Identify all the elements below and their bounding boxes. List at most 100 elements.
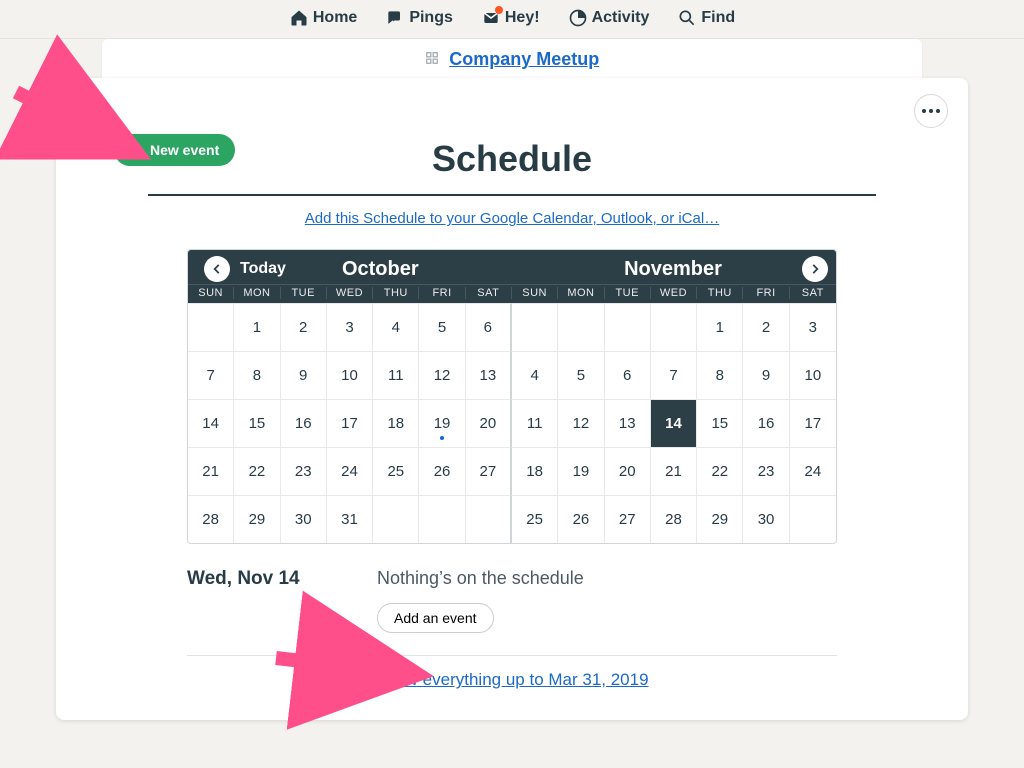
calendar-day[interactable]: 17 [327, 399, 373, 447]
calendar-day[interactable]: 6 [466, 303, 512, 351]
weekday-row: SUNMONTUEWEDTHUFRISATSUNMONTUEWEDTHUFRIS… [188, 284, 836, 303]
weekday-label: SAT [466, 287, 512, 299]
agenda-empty-text: Nothing’s on the schedule [377, 568, 837, 589]
calendar-day[interactable]: 23 [743, 447, 789, 495]
weekday-label: MON [234, 287, 280, 299]
calendar-day[interactable]: 3 [327, 303, 373, 351]
calendar-day: . [512, 303, 558, 351]
calendar-day[interactable]: 31 [327, 495, 373, 543]
calendar-day[interactable]: 16 [281, 399, 327, 447]
calendar-day[interactable]: 15 [697, 399, 743, 447]
calendar-day[interactable]: 4 [512, 351, 558, 399]
new-event-button[interactable]: New event [114, 134, 235, 166]
calendar-day[interactable]: 8 [234, 351, 280, 399]
calendar-day[interactable]: 5 [419, 303, 465, 351]
calendar-day[interactable]: 12 [558, 399, 604, 447]
calendar-day[interactable]: 26 [558, 495, 604, 543]
month-right: November [544, 258, 802, 281]
home-icon [289, 8, 309, 28]
calendar-day[interactable]: 30 [743, 495, 789, 543]
calendar-day[interactable]: 14 [651, 399, 697, 447]
calendar-day[interactable]: 20 [466, 399, 512, 447]
show-everything-link[interactable]: Show everything up to Mar 31, 2019 [187, 670, 837, 690]
nav-pings[interactable]: Pings [385, 8, 453, 28]
calendar-day[interactable]: 29 [234, 495, 280, 543]
calendar-day[interactable]: 10 [790, 351, 836, 399]
calendar-day[interactable]: 24 [790, 447, 836, 495]
calendar-day[interactable]: 11 [512, 399, 558, 447]
calendar-day: . [651, 303, 697, 351]
calendar-day[interactable]: 21 [188, 447, 234, 495]
weekday-label: SAT [790, 287, 836, 299]
calendar-day[interactable]: 2 [281, 303, 327, 351]
calendar-day[interactable]: 13 [466, 351, 512, 399]
calendar-day[interactable]: 26 [419, 447, 465, 495]
calendar-day[interactable]: 29 [697, 495, 743, 543]
calendar-day[interactable]: 9 [281, 351, 327, 399]
calendar-day[interactable]: 6 [605, 351, 651, 399]
title-divider [148, 194, 876, 196]
nav-label: Hey! [505, 9, 540, 27]
calendar-day[interactable]: 18 [512, 447, 558, 495]
weekday-label: WED [327, 287, 373, 299]
calendar-day[interactable]: 28 [188, 495, 234, 543]
calendar-day[interactable]: 4 [373, 303, 419, 351]
calendar-day[interactable]: 24 [327, 447, 373, 495]
calendar-day[interactable]: 30 [281, 495, 327, 543]
calendar-day[interactable]: 5 [558, 351, 604, 399]
nav-hey[interactable]: Hey! [481, 8, 540, 28]
calendar-day[interactable]: 12 [419, 351, 465, 399]
calendar-day[interactable]: 9 [743, 351, 789, 399]
calendar-day[interactable]: 28 [651, 495, 697, 543]
nav-activity[interactable]: Activity [568, 8, 650, 28]
calendar-day[interactable]: 20 [605, 447, 651, 495]
nav-label: Home [313, 9, 357, 27]
next-month-button[interactable] [802, 256, 828, 282]
calendar-day[interactable]: 14 [188, 399, 234, 447]
weekday-label: THU [373, 287, 419, 299]
calendar-day[interactable]: 18 [373, 399, 419, 447]
add-event-button[interactable]: Add an event [377, 603, 494, 633]
more-options-button[interactable] [914, 94, 948, 128]
nav-find[interactable]: Find [677, 8, 735, 28]
sync-calendar-link[interactable]: Add this Schedule to your Google Calenda… [102, 210, 922, 227]
nav-home[interactable]: Home [289, 8, 357, 28]
nav-label: Activity [592, 9, 650, 27]
calendar-day[interactable]: 10 [327, 351, 373, 399]
top-nav: Home Pings Hey! Activity Find [0, 0, 1024, 39]
calendar-day[interactable]: 25 [373, 447, 419, 495]
agenda-separator [187, 655, 837, 656]
calendar-day[interactable]: 21 [651, 447, 697, 495]
calendar-day[interactable]: 19 [558, 447, 604, 495]
calendar-day[interactable]: 7 [651, 351, 697, 399]
calendar-day[interactable]: 23 [281, 447, 327, 495]
calendar-day[interactable]: 1 [697, 303, 743, 351]
calendar-day[interactable]: 27 [605, 495, 651, 543]
calendar-day[interactable]: 3 [790, 303, 836, 351]
breadcrumb-link[interactable]: Company Meetup [449, 49, 599, 69]
calendar-day: . [790, 495, 836, 543]
calendar-day[interactable]: 2 [743, 303, 789, 351]
calendar-day[interactable]: 16 [743, 399, 789, 447]
calendar-day[interactable]: 22 [234, 447, 280, 495]
calendar-day[interactable]: 25 [512, 495, 558, 543]
calendar-day[interactable]: 19 [419, 399, 465, 447]
breadcrumb: Company Meetup [102, 39, 922, 80]
search-icon [677, 8, 697, 28]
calendar-day[interactable]: 11 [373, 351, 419, 399]
calendar-day[interactable]: 22 [697, 447, 743, 495]
activity-icon [568, 8, 588, 28]
schedule-card: New event Schedule Add this Schedule to … [56, 78, 968, 720]
today-label[interactable]: Today [240, 260, 286, 278]
calendar-day[interactable]: 27 [466, 447, 512, 495]
prev-month-button[interactable] [204, 256, 230, 282]
calendar: Today October November SUNMONTUEWEDTHUFR… [187, 249, 837, 544]
nav-label: Find [701, 9, 735, 27]
month-left: October [286, 258, 544, 281]
calendar-day[interactable]: 7 [188, 351, 234, 399]
calendar-day[interactable]: 17 [790, 399, 836, 447]
calendar-day[interactable]: 15 [234, 399, 280, 447]
calendar-day[interactable]: 13 [605, 399, 651, 447]
calendar-day[interactable]: 8 [697, 351, 743, 399]
calendar-day[interactable]: 1 [234, 303, 280, 351]
